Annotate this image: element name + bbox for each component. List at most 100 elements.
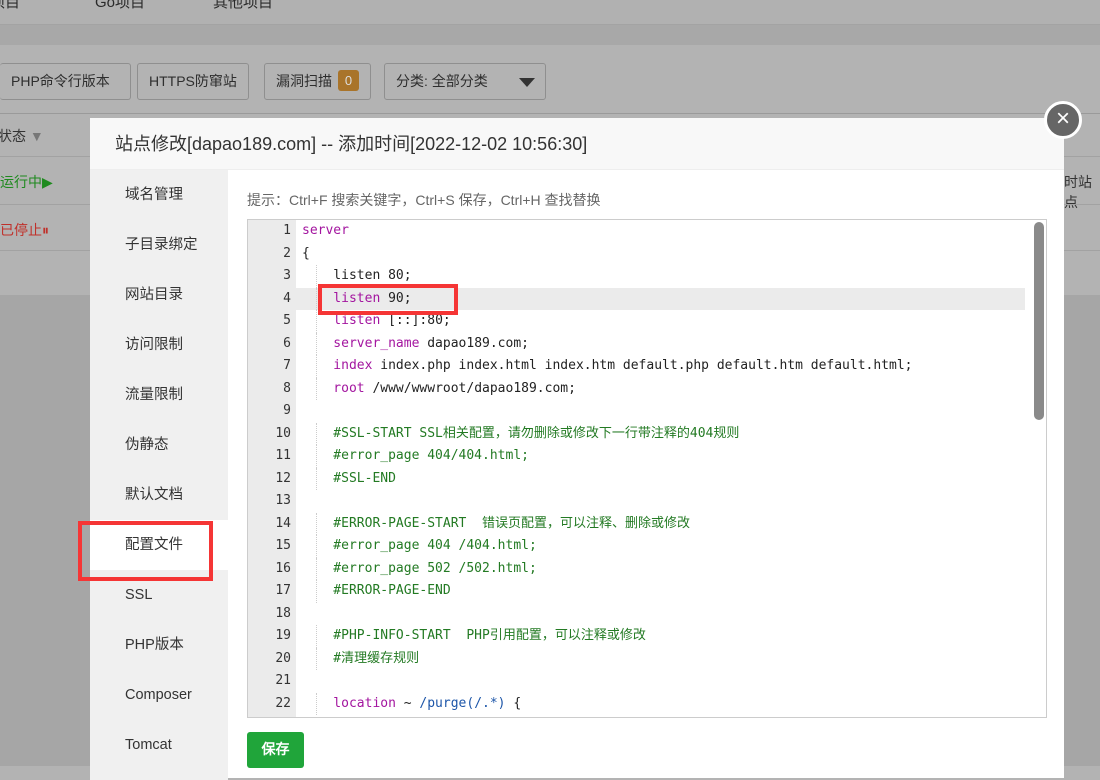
status-running[interactable]: 运行中▶: [0, 172, 53, 192]
code-token: #error_page 404 /404.html;: [302, 538, 537, 553]
status-header[interactable]: 状态 ▼: [0, 126, 44, 146]
top-nav: 项目 Go项目 其他项目: [0, 0, 1100, 25]
sidebar-item[interactable]: Composer: [90, 670, 228, 720]
sidebar-item[interactable]: 子目录绑定: [90, 220, 228, 270]
indent-guide: [316, 310, 317, 333]
indent-guide: [316, 265, 317, 288]
sidebar-item[interactable]: PHP版本: [90, 620, 228, 670]
line-number: 20: [275, 650, 291, 666]
code-line[interactable]: 9: [248, 400, 1025, 423]
https-button[interactable]: HTTPS防窜站: [137, 63, 249, 100]
line-number: 12: [275, 470, 291, 486]
line-number: 3: [283, 268, 291, 283]
indent-guide: [316, 512, 317, 535]
save-button[interactable]: 保存: [247, 732, 304, 768]
code-token: ~: [395, 695, 420, 711]
line-number: 13: [275, 493, 291, 508]
code-text: #error_page 404 /404.html;: [302, 535, 537, 558]
code-line[interactable]: 22 location ~ /purge(/.*) {: [248, 692, 1025, 716]
code-token: {: [505, 695, 522, 711]
vuln-scan-label: 漏洞扫描: [276, 73, 332, 89]
line-number: 21: [275, 673, 291, 688]
line-number: 18: [275, 605, 291, 621]
line-number: 22: [275, 695, 291, 711]
divider: [0, 25, 1100, 45]
indent-guide: [316, 467, 317, 490]
code-text: #ERROR-PAGE-START 错误页配置，可以注释、删除或修改: [302, 513, 690, 536]
code-token: dapao189.com;: [419, 335, 529, 351]
nav-item[interactable]: 项目: [0, 0, 20, 12]
vuln-scan-button[interactable]: 漏洞扫描 0: [264, 63, 371, 100]
divider: [0, 113, 1100, 114]
sidebar-item[interactable]: 默认文档: [90, 470, 228, 520]
code-line[interactable]: 13: [248, 490, 1025, 513]
indent-guide: [316, 535, 317, 558]
line-number: 14: [275, 515, 291, 531]
code-line[interactable]: 20 #清理缓存规则: [248, 647, 1025, 671]
line-number: 19: [275, 628, 291, 643]
code-line[interactable]: 2{: [248, 243, 1025, 266]
code-line[interactable]: 1 server: [248, 220, 1025, 243]
code-token: /purge(/.*): [419, 695, 506, 711]
sidebar-item[interactable]: Tomcat: [90, 720, 228, 770]
code-token: #error_page 404/404.html;: [302, 448, 529, 463]
line-number: 11: [275, 448, 291, 463]
code-line[interactable]: 16 #error_page 502 /502.html;: [248, 557, 1025, 581]
editor-hint: 提示：Ctrl+F 搜索关键字，Ctrl+S 保存，Ctrl+H 查找替换: [247, 192, 601, 208]
sidebar-item[interactable]: 网站目录: [90, 270, 228, 320]
code-text: #error_page 502 /502.html;: [302, 558, 537, 581]
line-number: 1: [283, 223, 291, 238]
code-text: location ~ /purge(/.*) {: [302, 693, 521, 716]
line-number: 2: [283, 245, 291, 261]
sidebar-item[interactable]: 流量限制: [90, 370, 228, 420]
code-token: {: [302, 245, 310, 261]
code-text: #SSL-START SSL相关配置，请勿删除或修改下一行带注释的404规则: [302, 423, 739, 446]
code-line[interactable]: 8 root /www/wwwroot/dapao189.com;: [248, 377, 1025, 401]
code-line[interactable]: 21: [248, 670, 1025, 693]
code-token: #清理缓存规则: [302, 650, 420, 666]
indent-guide: [316, 332, 317, 355]
code-token: listen 80;: [302, 268, 412, 283]
code-line[interactable]: 7 index index.php index.html index.htm d…: [248, 355, 1025, 378]
code-line[interactable]: 10 #SSL-START SSL相关配置，请勿删除或修改下一行带注释的404规…: [248, 422, 1025, 446]
category-select[interactable]: 分类: 全部分类: [384, 63, 546, 100]
close-icon[interactable]: ×: [1044, 101, 1082, 139]
code-line[interactable]: 17 #ERROR-PAGE-END: [248, 580, 1025, 603]
code-line[interactable]: 12 #SSL-END: [248, 467, 1025, 490]
line-number: 17: [275, 583, 291, 598]
code-line[interactable]: 11 #error_page 404/404.html;: [248, 445, 1025, 468]
code-text: #清理缓存规则: [302, 648, 419, 671]
code-token: #ERROR-PAGE-END: [302, 583, 451, 598]
nav-item[interactable]: 其他项目: [213, 0, 273, 12]
line-number: 9: [283, 403, 291, 418]
code-text: {: [302, 243, 310, 266]
editor-scrollbar[interactable]: [1034, 222, 1044, 420]
line-number: 8: [283, 380, 291, 396]
code-line[interactable]: 15 #error_page 404 /404.html;: [248, 535, 1025, 558]
code-line[interactable]: 14 #ERROR-PAGE-START 错误页配置，可以注释、删除或修改: [248, 512, 1025, 536]
sidebar-item[interactable]: 伪静态: [90, 420, 228, 470]
code-text: root /www/wwwroot/dapao189.com;: [302, 378, 576, 401]
indent-guide: [316, 287, 317, 310]
indent-guide: [316, 422, 317, 445]
indent-guide: [316, 355, 317, 378]
code-line[interactable]: 6 server_name dapao189.com;: [248, 332, 1025, 355]
sidebar-item[interactable]: 域名管理: [90, 170, 228, 220]
highlight-box: [78, 521, 213, 581]
line-number: 6: [283, 335, 291, 351]
nav-item[interactable]: Go项目: [95, 0, 145, 12]
code-text: server: [302, 220, 349, 243]
indent-guide: [316, 625, 317, 648]
status-stopped[interactable]: 已停止⏸: [0, 220, 49, 240]
row-action-text[interactable]: 时站点: [1064, 172, 1100, 212]
code-text: index index.php index.html index.htm def…: [302, 355, 912, 378]
code-line[interactable]: 18: [248, 603, 1025, 626]
vuln-count-badge: 0: [338, 70, 359, 92]
code-token: root: [302, 380, 365, 396]
code-token: #PHP-INFO-START PHP引用配置，可以注释或修改: [302, 628, 646, 643]
php-cli-button[interactable]: PHP命令行版本: [0, 63, 131, 100]
code-line[interactable]: 19 #PHP-INFO-START PHP引用配置，可以注释或修改: [248, 625, 1025, 648]
code-token: index: [302, 358, 373, 373]
sidebar-item[interactable]: 访问限制: [90, 320, 228, 370]
code-token: #SSL-START SSL相关配置，请勿删除或修改下一行带注释的404规则: [302, 425, 740, 441]
